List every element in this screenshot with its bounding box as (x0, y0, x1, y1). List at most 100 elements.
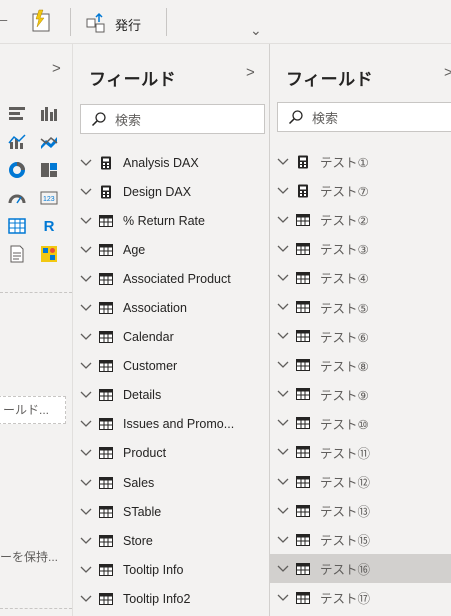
expand-chevron-icon[interactable] (276, 216, 290, 224)
expand-chevron-icon[interactable] (276, 245, 290, 253)
ribbon-dash: – (0, 12, 8, 27)
field-table-row[interactable]: Associated Product (73, 264, 269, 293)
field-table-row[interactable]: テスト② (270, 205, 451, 234)
field-table-row[interactable]: Calendar (73, 323, 269, 352)
fields-search-input[interactable]: 検索 (80, 104, 265, 134)
expand-chevron-icon[interactable] (79, 304, 93, 312)
field-table-row[interactable]: テスト⑫ (270, 467, 451, 496)
table-icon (99, 592, 113, 606)
expand-chevron-icon[interactable] (79, 479, 93, 487)
expand-chevron-icon[interactable] (276, 158, 290, 166)
field-table-label: Store (123, 533, 153, 548)
expand-chevron-icon[interactable]: > (52, 60, 61, 77)
field-table-row[interactable]: Details (73, 381, 269, 410)
expand-chevron-icon[interactable] (276, 448, 290, 456)
field-table-row[interactable]: Customer (73, 352, 269, 381)
field-table-row[interactable]: テスト⑰ (270, 583, 451, 612)
expand-chevron-icon[interactable] (79, 217, 93, 225)
field-table-row[interactable]: Sales (73, 468, 269, 497)
field-table-row[interactable]: テスト⑦ (270, 176, 451, 205)
table-icon (99, 214, 113, 228)
field-table-row[interactable]: テスト① (270, 147, 451, 176)
field-table-label: テスト⑪ (320, 446, 371, 461)
field-table-row[interactable]: テスト⑬ (270, 496, 451, 525)
expand-chevron-icon[interactable] (276, 507, 290, 515)
table-icon (296, 271, 310, 285)
publish-button[interactable]: 発行 (115, 15, 141, 34)
field-table-label: テスト④ (320, 272, 369, 287)
field-table-row[interactable]: テスト⑨ (270, 380, 451, 409)
card-icon[interactable]: 123 (38, 188, 60, 208)
expand-chevron-icon[interactable] (276, 361, 290, 369)
field-table-row[interactable]: % Return Rate (73, 206, 269, 235)
expand-chevron-icon[interactable] (79, 333, 93, 341)
field-list: テスト① テスト⑦ テスト② テスト③ テスト④ テスト⑤ テスト⑥ テスト⑧ テスト⑨ テスト⑩… (270, 147, 451, 613)
gauge-icon[interactable] (6, 188, 28, 208)
field-table-row[interactable]: Tooltip Info2 (73, 584, 269, 613)
publish-icon[interactable] (86, 12, 108, 39)
field-table-row[interactable]: Association (73, 293, 269, 322)
expand-chevron-icon[interactable] (276, 565, 290, 573)
donut-chart-icon[interactable] (6, 160, 28, 180)
field-table-row[interactable]: テスト③ (270, 234, 451, 263)
fields-pane-title: フィールド (89, 70, 177, 89)
field-table-row[interactable]: テスト⑯ (270, 554, 451, 584)
field-table-row[interactable]: Analysis DAX (73, 148, 269, 177)
expand-chevron-icon[interactable] (79, 362, 93, 370)
line-column-chart-icon[interactable] (6, 132, 28, 152)
field-table-row[interactable]: Tooltip Info (73, 555, 269, 584)
expand-chevron-icon[interactable] (276, 274, 290, 282)
table-icon (99, 301, 113, 315)
field-table-row[interactable]: Product (73, 439, 269, 468)
field-table-row[interactable]: テスト⑧ (270, 351, 451, 380)
field-table-row[interactable]: テスト⑮ (270, 525, 451, 554)
expand-chevron-icon[interactable] (276, 536, 290, 544)
field-table-row[interactable]: テスト⑩ (270, 409, 451, 438)
search-icon (288, 109, 304, 125)
expand-chevron-icon[interactable] (79, 159, 93, 167)
stacked-bar-chart-icon[interactable] (6, 104, 28, 124)
table-icon (296, 562, 310, 576)
table-icon (296, 358, 310, 372)
custom-visual-icon[interactable] (38, 244, 60, 264)
field-table-row[interactable]: Issues and Promo... (73, 410, 269, 439)
expand-chevron-icon[interactable] (79, 537, 93, 545)
quick-measure-icon[interactable] (30, 9, 52, 38)
field-table-row[interactable]: テスト⑤ (270, 292, 451, 321)
clustered-column-chart-icon[interactable] (38, 104, 60, 124)
expand-chevron-icon[interactable] (276, 332, 290, 340)
ribbon-collapse-icon[interactable]: ⌄ (250, 22, 262, 39)
expand-chevron-icon[interactable] (79, 246, 93, 254)
expand-chevron-icon[interactable] (276, 187, 290, 195)
field-table-row[interactable]: テスト④ (270, 263, 451, 292)
collapse-pane-icon[interactable]: > (246, 64, 255, 81)
expand-chevron-icon[interactable] (276, 419, 290, 427)
collapse-pane-icon[interactable]: > (444, 64, 451, 81)
field-table-row[interactable]: Design DAX (73, 177, 269, 206)
field-well-drop-zone[interactable]: ールド... (0, 396, 66, 424)
field-table-row[interactable]: テスト⑪ (270, 438, 451, 467)
field-table-row[interactable]: STable (73, 497, 269, 526)
expand-chevron-icon[interactable] (79, 449, 93, 457)
expand-chevron-icon[interactable] (79, 275, 93, 283)
expand-chevron-icon[interactable] (79, 566, 93, 574)
expand-chevron-icon[interactable] (79, 420, 93, 428)
field-table-row[interactable]: テスト⑥ (270, 322, 451, 351)
field-table-row[interactable]: Age (73, 235, 269, 264)
field-table-row[interactable]: Store (73, 526, 269, 555)
expand-chevron-icon[interactable] (79, 188, 93, 196)
fields-search-input[interactable]: 検索 (277, 102, 451, 132)
field-table-label: Analysis DAX (123, 155, 199, 170)
expand-chevron-icon[interactable] (79, 508, 93, 516)
expand-chevron-icon[interactable] (276, 303, 290, 311)
ribbon-chart-icon[interactable] (38, 132, 60, 152)
r-script-visual-icon[interactable]: R (38, 216, 60, 236)
paginated-report-icon[interactable] (6, 244, 28, 264)
expand-chevron-icon[interactable] (276, 390, 290, 398)
expand-chevron-icon[interactable] (79, 595, 93, 603)
expand-chevron-icon[interactable] (276, 478, 290, 486)
expand-chevron-icon[interactable] (79, 391, 93, 399)
table-visual-icon[interactable] (6, 216, 28, 236)
treemap-icon[interactable] (38, 160, 60, 180)
expand-chevron-icon[interactable] (276, 594, 290, 602)
